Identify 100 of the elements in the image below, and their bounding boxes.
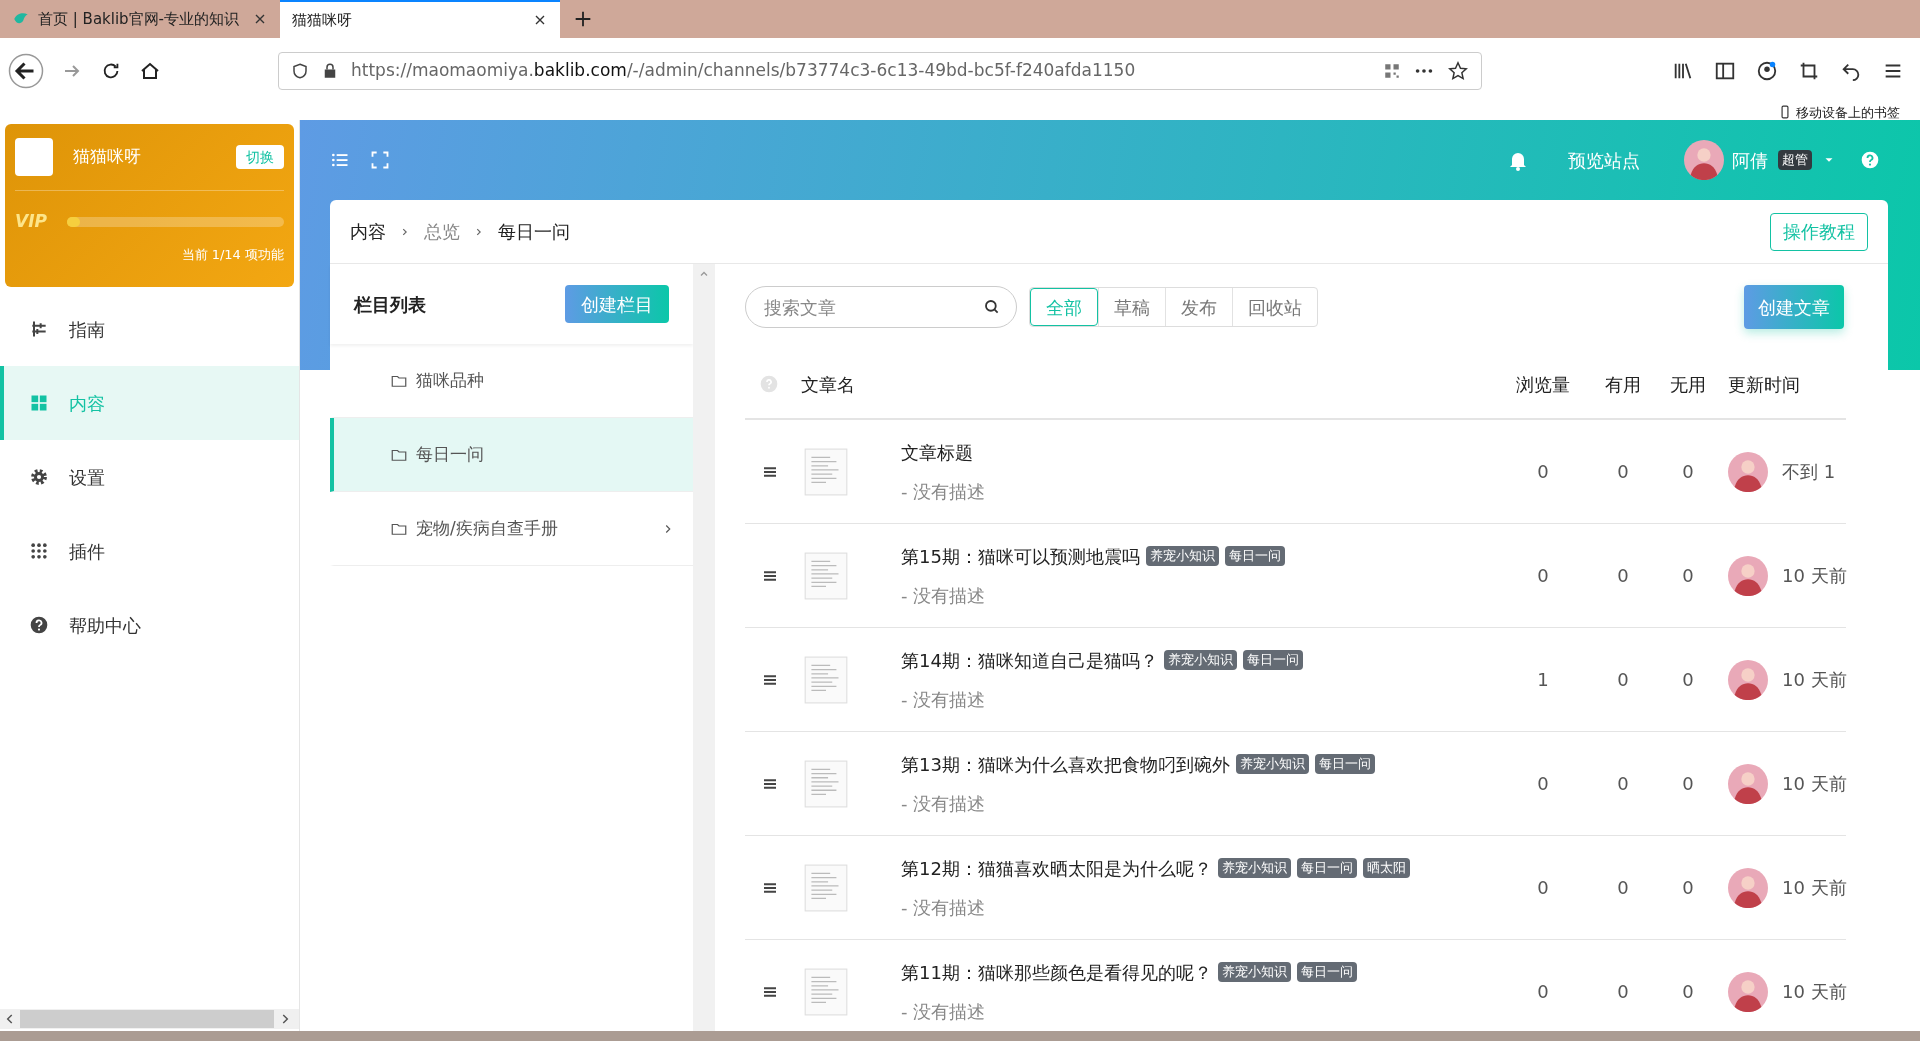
article-title[interactable]: 第12期：猫猫喜欢晒太阳是为什么呢？ bbox=[901, 854, 1212, 882]
account-icon[interactable] bbox=[1756, 60, 1778, 82]
article-title[interactable]: 第15期：猫咪可以预测地震吗 bbox=[901, 542, 1140, 570]
breadcrumb-item: 每日一问 bbox=[498, 220, 570, 244]
nav-item[interactable]: 插件 bbox=[0, 514, 299, 588]
table-cell-text: 0 bbox=[1536, 460, 1550, 484]
fullscreen-icon[interactable] bbox=[370, 150, 390, 170]
tab-title: 猫猫咪呀 bbox=[292, 9, 353, 31]
column-name: 猫咪品种 bbox=[416, 368, 485, 392]
table-cell-text: 1 bbox=[1536, 668, 1550, 692]
column-name: 每日一问 bbox=[416, 442, 485, 466]
tag: 养宠小知识 bbox=[1235, 754, 1309, 774]
table-cell-text: 0 bbox=[1536, 564, 1550, 588]
article-title[interactable]: 第13期：猫咪为什么喜欢把食物叼到碗外 bbox=[901, 750, 1230, 778]
update-time: 10 天前 bbox=[1782, 980, 1847, 1004]
table-cell-text: 0 bbox=[1681, 876, 1695, 900]
column-item[interactable]: 每日一问 bbox=[330, 418, 693, 492]
article-description: - 没有描述 bbox=[901, 479, 987, 504]
library-icon[interactable] bbox=[1672, 60, 1694, 82]
table-cell-text: 0 bbox=[1616, 980, 1630, 1004]
article-description: - 没有描述 bbox=[901, 895, 987, 920]
update-time: 10 天前 bbox=[1782, 564, 1847, 588]
browser-tab[interactable]: 猫猫咪呀 bbox=[280, 0, 560, 38]
search-field[interactable]: 搜索文章 bbox=[745, 286, 1017, 328]
avatar bbox=[1728, 451, 1768, 492]
update-time: 10 天前 bbox=[1782, 876, 1847, 900]
table-cell-text: 0 bbox=[1681, 460, 1695, 484]
scrollbar-thumb[interactable] bbox=[20, 1010, 274, 1028]
table-cell-text: 0 bbox=[1681, 772, 1695, 796]
table-cell-text: 0 bbox=[1616, 668, 1630, 692]
filter-tab[interactable]: 发布 bbox=[1165, 288, 1232, 326]
table-cell-text: 0 bbox=[1681, 564, 1695, 588]
tag: 晒太阳 bbox=[1362, 858, 1410, 878]
url-text: https://maomaomiya.baklib.com/-/admin/channels/b73774c3-6c13-49bd-bc5f-f240afda1150 bbox=[351, 59, 1137, 83]
nav-item[interactable]: 设置 bbox=[0, 440, 299, 514]
column-header: 有用 bbox=[1604, 372, 1642, 397]
article-description: - 没有描述 bbox=[901, 791, 987, 816]
bookmarks-folder[interactable]: 移动设备上的书签 bbox=[1796, 105, 1900, 119]
quota-text: 当前 1/14 项功能 bbox=[181, 245, 284, 264]
table-cell-text: 0 bbox=[1681, 980, 1695, 1004]
table-cell-text: 0 bbox=[1536, 772, 1550, 796]
panel-title: 栏目列表 bbox=[354, 292, 426, 317]
table-cell-text: 0 bbox=[1616, 772, 1630, 796]
nav-item[interactable]: 帮助中心 bbox=[0, 588, 299, 662]
avatar bbox=[1684, 140, 1724, 180]
article-title[interactable]: 第14期：猫咪知道自己是猫吗？ bbox=[901, 646, 1158, 674]
article-title[interactable]: 文章标题 bbox=[901, 438, 973, 466]
filter-tab[interactable]: 回收站 bbox=[1232, 288, 1317, 326]
tag: 养宠小知识 bbox=[1217, 858, 1291, 878]
tag: 养宠小知识 bbox=[1145, 546, 1219, 566]
tag: 每日一问 bbox=[1242, 650, 1303, 670]
update-time: 10 天前 bbox=[1782, 668, 1847, 692]
tag: 每日一问 bbox=[1296, 962, 1357, 982]
column-header: 文章名 bbox=[801, 372, 856, 397]
settings-icon bbox=[29, 467, 49, 487]
qr-code-icon[interactable] bbox=[1383, 62, 1401, 80]
dots-grid-icon bbox=[29, 541, 49, 561]
tag: 养宠小知识 bbox=[1163, 650, 1237, 670]
address-bar[interactable]: https://maomaomiya.baklib.com/-/admin/channels/b73774c3-6c13-49bd-bc5f-f240afda1150 bbox=[278, 52, 1482, 90]
site-name: 猫猫咪呀 bbox=[73, 145, 142, 169]
site-logo bbox=[15, 138, 53, 176]
help-icon bbox=[29, 615, 49, 635]
update-time: 不到 1 bbox=[1782, 460, 1836, 484]
table-cell-text: 0 bbox=[1536, 980, 1550, 1004]
column-name: 宠物/疾病自查手册 bbox=[416, 516, 559, 540]
table-cell-text: 0 bbox=[1536, 876, 1550, 900]
breadcrumb-item: 内容 bbox=[350, 220, 386, 244]
article-description: - 没有描述 bbox=[901, 583, 987, 608]
nav-item[interactable]: 指南 bbox=[0, 292, 299, 366]
table-cell-text: 0 bbox=[1616, 876, 1630, 900]
vertical-scrollbar[interactable] bbox=[693, 264, 715, 1031]
column-header: 无用 bbox=[1669, 372, 1707, 397]
avatar bbox=[1728, 555, 1768, 596]
column-header: 更新时间 bbox=[1727, 372, 1801, 397]
tab-title: 首页 | Baklib官网-专业的知识 bbox=[38, 8, 241, 30]
update-time: 10 天前 bbox=[1782, 772, 1847, 796]
mobile-icon[interactable] bbox=[1778, 105, 1792, 119]
table-cell-text: 0 bbox=[1616, 564, 1630, 588]
table-cell-text: 0 bbox=[1616, 460, 1630, 484]
avatar bbox=[1728, 971, 1768, 1012]
avatar bbox=[1728, 867, 1768, 908]
horizontal-scrollbar[interactable] bbox=[0, 1009, 299, 1029]
signpost-icon bbox=[29, 319, 49, 339]
article-description: - 没有描述 bbox=[901, 999, 987, 1024]
avatar bbox=[1728, 763, 1768, 804]
breadcrumb-item[interactable]: 总览 bbox=[424, 218, 460, 245]
search-icon[interactable] bbox=[983, 298, 1001, 316]
tag: 每日一问 bbox=[1314, 754, 1375, 774]
tag: 养宠小知识 bbox=[1217, 962, 1291, 982]
crop-icon[interactable] bbox=[1798, 60, 1820, 82]
shield-icon[interactable] bbox=[291, 62, 309, 80]
article-description: - 没有描述 bbox=[901, 687, 987, 712]
back-icon[interactable] bbox=[8, 53, 44, 89]
vip-label: VIP bbox=[15, 210, 48, 233]
sidebar-icon[interactable] bbox=[1714, 60, 1736, 82]
star-icon[interactable] bbox=[1447, 60, 1469, 82]
article-title[interactable]: 第11期：猫咪那些颜色是看得见的呢？ bbox=[901, 958, 1212, 986]
tag: 每日一问 bbox=[1224, 546, 1285, 566]
grid-icon bbox=[29, 393, 49, 413]
filter-tab[interactable]: 草稿 bbox=[1098, 288, 1165, 326]
